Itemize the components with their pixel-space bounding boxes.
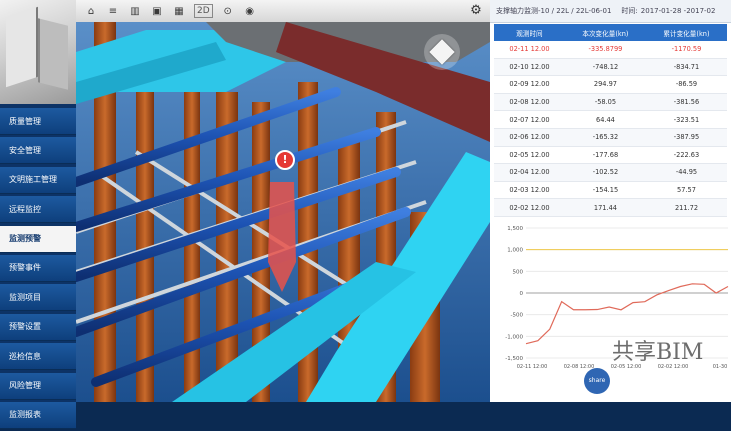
table-cell: -165.32: [564, 128, 646, 147]
monitoring-point-path: 支撑轴力监测-10 / 22L / 22L-06-01: [496, 7, 612, 15]
table-cell: 02-11 12.00: [494, 41, 565, 59]
table-cell: 02-02 12.00: [494, 198, 565, 217]
table-cell: -154.15: [564, 181, 646, 200]
building-icon[interactable]: ▥: [128, 4, 142, 18]
watermark-text: 共享BIM: [612, 340, 704, 365]
table-row[interactable]: 02-04 12.00 -102.52 -44.95: [494, 163, 727, 182]
sidebar-item[interactable]: 质量管理: [0, 108, 76, 135]
sidebar-item[interactable]: 预警事件: [0, 254, 76, 282]
sidebar-item[interactable]: 监测预警: [0, 225, 76, 253]
share-badge: share: [584, 368, 610, 394]
bim-model-render: [76, 22, 490, 402]
sidebar: 质量管理 安全管理 文明施工管理 远程监控 监测预警 预警事件 监测项目 预警设置 巡检信息 风险…: [0, 0, 76, 429]
view-toolbar: ⌂ ≡ ▥ ▣ ▦ 2D ⊙ ◉ ⚙: [76, 0, 490, 23]
table-cell: 64.44: [564, 110, 646, 129]
table-cell: -381.56: [645, 93, 727, 112]
home-icon[interactable]: ⌂: [84, 4, 98, 18]
y-tick-label: 0: [520, 291, 524, 297]
grid-icon[interactable]: ▦: [172, 4, 186, 18]
table-cell: 02-04 12.00: [494, 163, 565, 182]
table-cell: -323.51: [645, 110, 727, 129]
sidebar-item[interactable]: 巡检信息: [0, 343, 76, 371]
table-cell: 02-08 12.00: [494, 93, 565, 112]
table-row[interactable]: 02-05 12.00 -177.68 -222.63: [494, 146, 727, 165]
table-cell: 02-05 12.00: [494, 146, 565, 165]
table-cell: -1170.59: [645, 41, 727, 59]
gear-icon[interactable]: ⚙: [468, 3, 484, 19]
layers-icon[interactable]: ≡: [106, 4, 120, 18]
sidebar-item[interactable]: 监测报表: [0, 401, 76, 429]
column-header: 观测时间: [494, 24, 565, 41]
x-tick-label: 02-11 12:00: [517, 364, 548, 370]
table-cell: 02-07 12.00: [494, 110, 565, 129]
table-cell: -222.63: [645, 146, 727, 165]
sidebar-item[interactable]: 风险管理: [0, 372, 76, 400]
y-tick-label: 1,500: [507, 226, 523, 232]
table-row[interactable]: 02-06 12.00 -165.32 -387.95: [494, 128, 727, 147]
time-range-field[interactable]: 2017-01-28 -2017-02: [641, 7, 716, 15]
table-row[interactable]: 02-07 12.00 64.44 -323.51: [494, 110, 727, 129]
table-cell: 171.44: [564, 198, 646, 217]
monitoring-data-table: 观测时间 本次变化量(kn) 累计变化量(kn) 02-11 12.00 -335…: [494, 24, 727, 217]
y-tick-label: 1,000: [507, 248, 523, 254]
panel-header: 支撑轴力监测-10 / 22L / 22L-06-01 时间: 2017-01-…: [490, 0, 731, 23]
table-cell: 02-06 12.00: [494, 128, 565, 147]
y-tick-label: 500: [513, 269, 524, 275]
table-cell: 57.57: [645, 181, 727, 200]
table-row[interactable]: 02-03 12.00 -154.15 57.57: [494, 181, 727, 200]
table-cell: -86.59: [645, 75, 727, 94]
table-row[interactable]: 02-02 12.00 171.44 211.72: [494, 198, 727, 217]
table-cell: -834.71: [645, 58, 727, 77]
sidebar-item[interactable]: 安全管理: [0, 137, 76, 165]
column-header: 累计变化量(kn): [645, 24, 727, 41]
table-cell: 294.97: [564, 75, 646, 94]
table-cell: 02-09 12.00: [494, 75, 565, 94]
sidebar-menu: 质量管理 安全管理 文明施工管理 远程监控 监测预警 预警事件 监测项目 预警设置 巡检信息 风险…: [0, 108, 76, 431]
table-cell: -102.52: [564, 163, 646, 182]
table-cell: -44.95: [645, 163, 727, 182]
y-tick-label: -500: [511, 313, 524, 319]
sidebar-item[interactable]: 预警设置: [0, 313, 76, 341]
table-cell: -335.8799: [564, 41, 646, 59]
table-cell: -387.95: [645, 128, 727, 147]
project-logo-image: [0, 0, 76, 104]
location-pin-icon[interactable]: ⊙: [221, 4, 235, 18]
y-tick-label: -1,500: [505, 356, 523, 362]
sidebar-item[interactable]: 监测项目: [0, 284, 76, 312]
table-row[interactable]: 02-09 12.00 294.97 -86.59: [494, 75, 727, 94]
table-cell: 02-10 12.00: [494, 58, 565, 77]
table-cell: -177.68: [564, 146, 646, 165]
toolbox-icon[interactable]: ▣: [150, 4, 164, 18]
3d-model-viewport[interactable]: !: [76, 22, 490, 402]
time-label: 时间:: [621, 7, 638, 15]
sidebar-item[interactable]: 文明施工管理: [0, 166, 76, 194]
2d-view-button[interactable]: 2D: [194, 4, 213, 18]
table-cell: 211.72: [645, 198, 727, 217]
table-row[interactable]: 02-10 12.00 -748.12 -834.71: [494, 58, 727, 77]
table-cell: 02-03 12.00: [494, 181, 565, 200]
table-row[interactable]: 02-11 12.00 -335.8799 -1170.59: [494, 41, 727, 59]
column-header: 本次变化量(kn): [564, 24, 646, 41]
warning-alert-icon[interactable]: !: [275, 150, 295, 170]
sidebar-item[interactable]: 远程监控: [0, 196, 76, 224]
table-row[interactable]: 02-08 12.00 -58.05 -381.56: [494, 93, 727, 112]
y-tick-label: -1,000: [505, 334, 523, 340]
table-cell: -748.12: [564, 58, 646, 77]
table-cell: -58.05: [564, 93, 646, 112]
eye-icon[interactable]: ◉: [243, 4, 257, 18]
navigation-cube[interactable]: [424, 34, 460, 70]
